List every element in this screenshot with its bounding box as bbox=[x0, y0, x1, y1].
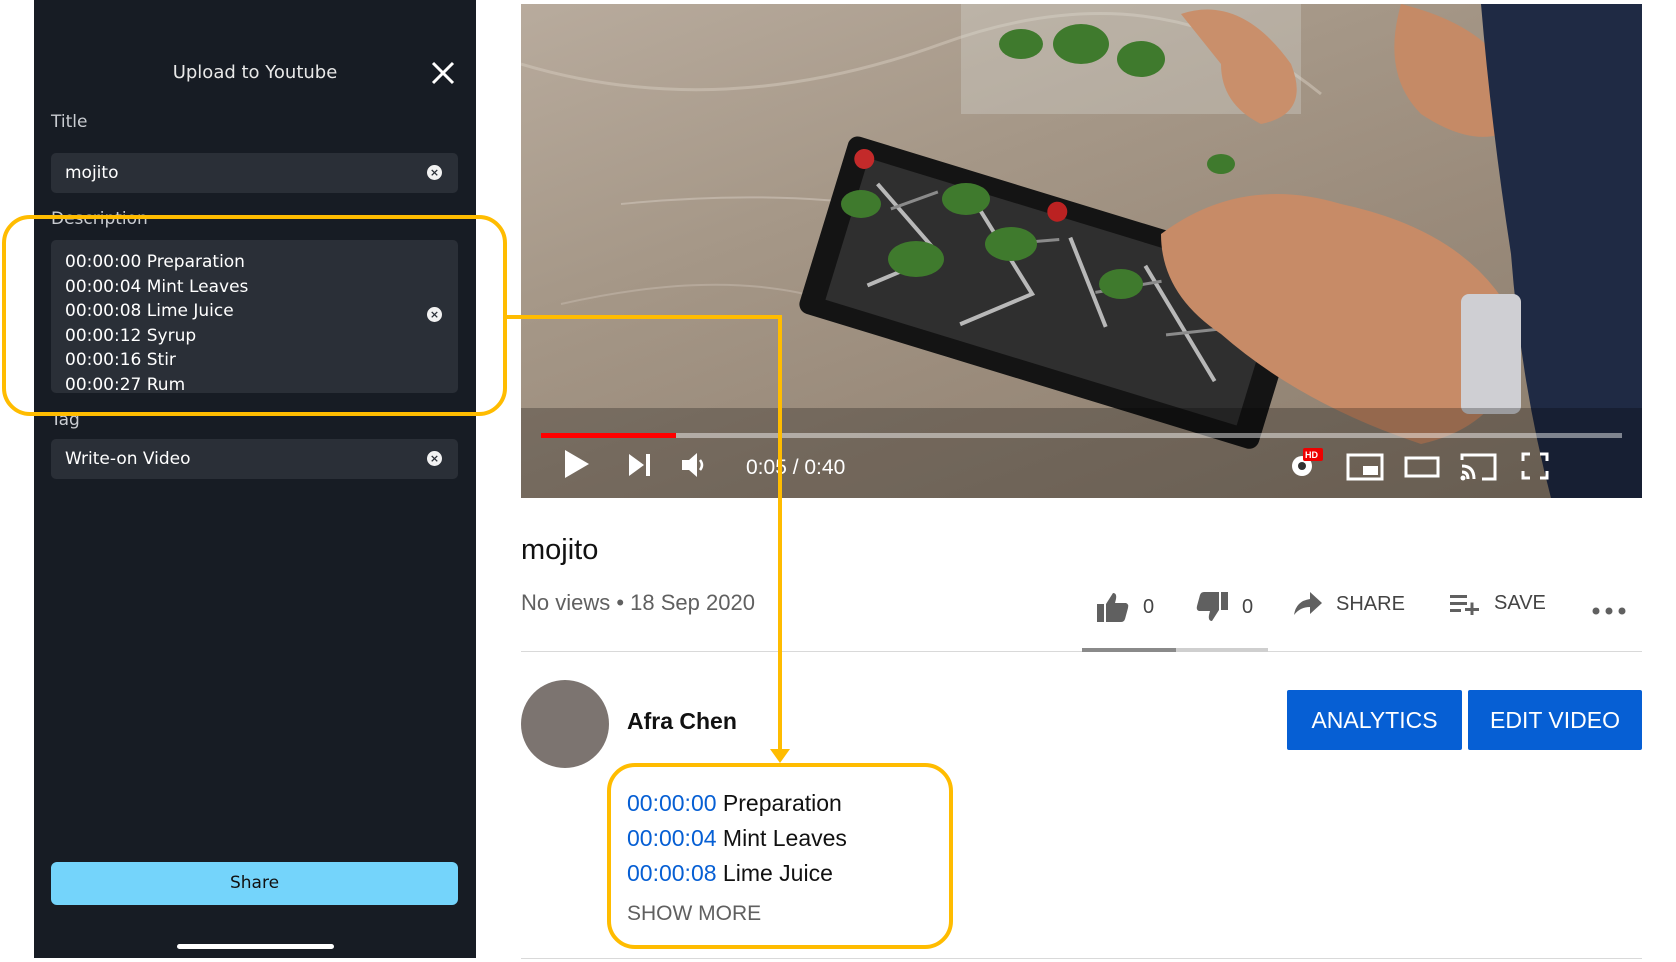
clear-title-icon[interactable]: × bbox=[427, 165, 442, 180]
sentiment-bar-like bbox=[1082, 648, 1176, 652]
edit-video-button[interactable]: EDIT VIDEO bbox=[1468, 690, 1642, 750]
like-count: 0 bbox=[1143, 595, 1155, 618]
save-label: SAVE bbox=[1494, 592, 1546, 614]
analytics-button[interactable]: ANALYTICS bbox=[1287, 690, 1462, 750]
close-button[interactable] bbox=[428, 58, 458, 88]
title-input-value: mojito bbox=[65, 163, 119, 183]
tag-input-value: Write-on Video bbox=[65, 449, 191, 469]
theater-mode-icon[interactable] bbox=[1404, 456, 1440, 478]
home-indicator bbox=[177, 944, 334, 949]
miniplayer-icon[interactable] bbox=[1346, 453, 1384, 481]
panel-title: Upload to Youtube bbox=[172, 62, 338, 83]
title-label: Title bbox=[51, 112, 88, 132]
fullscreen-icon[interactable] bbox=[1521, 452, 1549, 480]
progress-played bbox=[541, 433, 677, 438]
share-action-button[interactable]: SHARE bbox=[1294, 592, 1405, 616]
highlight-box-description-input bbox=[2, 215, 507, 416]
thumbs-up-icon bbox=[1097, 593, 1129, 622]
more-actions-icon[interactable] bbox=[1592, 606, 1626, 616]
upload-panel: Upload to Youtube Title mojito × Descrip… bbox=[34, 0, 476, 958]
hd-badge: HD bbox=[1305, 450, 1318, 460]
highlight-box-description-output bbox=[607, 763, 953, 949]
tag-input[interactable]: Write-on Video × bbox=[51, 439, 458, 479]
time-display: 0:05 / 0:40 bbox=[746, 456, 846, 479]
playlist-add-icon bbox=[1450, 594, 1479, 615]
share-button[interactable]: Share bbox=[51, 862, 458, 905]
progress-bar[interactable] bbox=[541, 433, 1622, 438]
video-player[interactable]: 0:05 / 0:40 HD bbox=[521, 4, 1642, 498]
share-label: SHARE bbox=[1336, 592, 1405, 615]
settings-icon[interactable]: HD bbox=[1289, 448, 1323, 480]
dislike-button[interactable]: 0 bbox=[1196, 592, 1253, 622]
save-button[interactable]: SAVE bbox=[1450, 592, 1546, 615]
thumbs-down-icon bbox=[1196, 592, 1228, 621]
dislike-count: 0 bbox=[1242, 595, 1254, 618]
next-icon[interactable] bbox=[629, 454, 651, 476]
clear-tag-icon[interactable]: × bbox=[427, 451, 442, 466]
play-icon[interactable] bbox=[565, 450, 589, 478]
cast-icon[interactable] bbox=[1460, 452, 1498, 482]
video-stats: No views • 18 Sep 2020 bbox=[521, 590, 755, 615]
sentiment-bar-dislike bbox=[1176, 648, 1268, 652]
share-arrow-icon bbox=[1294, 592, 1322, 615]
video-frame bbox=[521, 4, 1642, 498]
title-input[interactable]: mojito × bbox=[51, 153, 458, 193]
video-title: mojito bbox=[521, 534, 599, 566]
avatar[interactable] bbox=[521, 680, 609, 768]
channel-name[interactable]: Afra Chen bbox=[627, 708, 737, 735]
arrow-head-icon bbox=[770, 749, 790, 763]
volume-icon[interactable] bbox=[682, 452, 708, 478]
like-button[interactable]: 0 bbox=[1097, 592, 1154, 622]
close-icon bbox=[431, 61, 455, 85]
divider bbox=[521, 958, 1642, 959]
